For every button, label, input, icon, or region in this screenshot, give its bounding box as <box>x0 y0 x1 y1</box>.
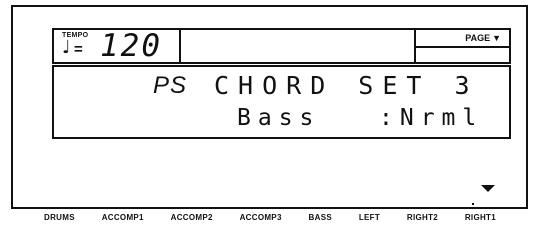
button-label-left[interactable]: LEFT <box>359 212 380 223</box>
button-label-right2[interactable]: RIGHT2 <box>407 212 438 223</box>
parameter-name: Bass <box>237 105 321 131</box>
main-display: PS CHORD SET 3 Bass :Nrml <box>52 65 511 139</box>
cursor-dot <box>472 203 474 205</box>
button-label-accomp2[interactable]: ACCOMP2 <box>171 212 213 223</box>
quarter-note-icon: ♩ <box>62 37 71 58</box>
tempo-equals-sign: = <box>74 41 83 58</box>
scroll-down-icon[interactable] <box>481 185 495 192</box>
button-label-drums[interactable]: DRUMS <box>44 212 75 223</box>
button-label-accomp3[interactable]: ACCOMP3 <box>240 212 282 223</box>
lcd-display-panel: TEMPO ♩ = 120 PAGE ▼ PS CHORD SET 3 Bass… <box>11 5 528 209</box>
page-label: PAGE <box>465 33 491 43</box>
parameter-value[interactable]: :Nrml <box>379 105 483 131</box>
page-down-icon: ▼ <box>492 33 501 43</box>
soft-button-labels: DRUMS ACCOMP1 ACCOMP2 ACCOMP3 BASS LEFT … <box>12 212 528 223</box>
screen-title: CHORD SET 3 <box>214 71 479 100</box>
page-indicator[interactable]: PAGE ▼ <box>416 30 509 62</box>
tempo-display: TEMPO ♩ = 120 <box>54 28 181 64</box>
button-label-accomp1[interactable]: ACCOMP1 <box>102 212 144 223</box>
button-label-right1[interactable]: RIGHT1 <box>465 212 496 223</box>
tempo-value: 120 <box>100 28 162 64</box>
status-bar: TEMPO ♩ = 120 PAGE ▼ <box>52 28 511 64</box>
mode-prefix: PS <box>153 72 188 99</box>
button-label-bass[interactable]: BASS <box>309 212 332 223</box>
status-blank-cell <box>181 30 416 62</box>
